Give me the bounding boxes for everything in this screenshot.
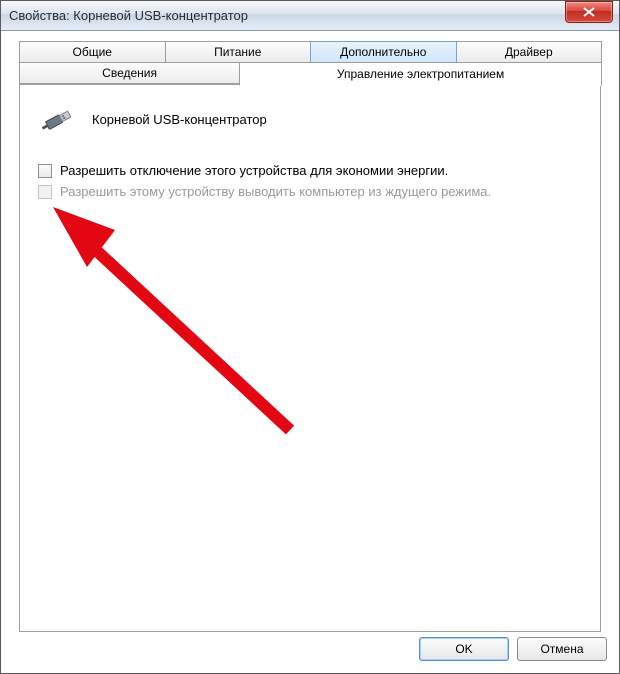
close-icon (583, 7, 595, 17)
checkbox-allow-wake (38, 185, 52, 199)
tab-content: Корневой USB-концентратор Разрешить откл… (19, 84, 601, 632)
usb-plug-icon (40, 105, 78, 133)
tab-power[interactable]: Питание (165, 41, 312, 63)
device-name: Корневой USB-концентратор (92, 112, 267, 127)
tab-driver[interactable]: Драйвер (456, 41, 603, 63)
option-allow-wake-label: Разрешить этому устройству выводить комп… (60, 184, 491, 199)
close-button[interactable] (565, 1, 613, 23)
tab-power-management[interactable]: Управление электропитанием (239, 62, 602, 86)
dialog-buttons: OK Отмена (419, 637, 607, 661)
tab-general[interactable]: Общие (19, 41, 166, 63)
tab-details[interactable]: Сведения (19, 62, 240, 84)
tabstrip: Общие Питание Дополнительно Драйвер Свед… (19, 41, 601, 84)
ok-button[interactable]: OK (419, 637, 509, 661)
option-allow-wake: Разрешить этому устройству выводить комп… (38, 184, 582, 199)
option-allow-power-off-label: Разрешить отключение этого устройства дл… (60, 163, 448, 178)
window-title: Свойства: Корневой USB-концентратор (9, 8, 565, 23)
client-area: Общие Питание Дополнительно Драйвер Свед… (1, 31, 619, 673)
checkbox-allow-power-off[interactable] (38, 164, 52, 178)
cancel-button[interactable]: Отмена (517, 637, 607, 661)
titlebar[interactable]: Свойства: Корневой USB-концентратор (1, 1, 619, 31)
device-header: Корневой USB-концентратор (40, 105, 584, 133)
option-allow-power-off[interactable]: Разрешить отключение этого устройства дл… (38, 163, 582, 178)
properties-dialog: Свойства: Корневой USB-концентратор Общи… (0, 0, 620, 674)
tab-advanced[interactable]: Дополнительно (310, 41, 457, 63)
